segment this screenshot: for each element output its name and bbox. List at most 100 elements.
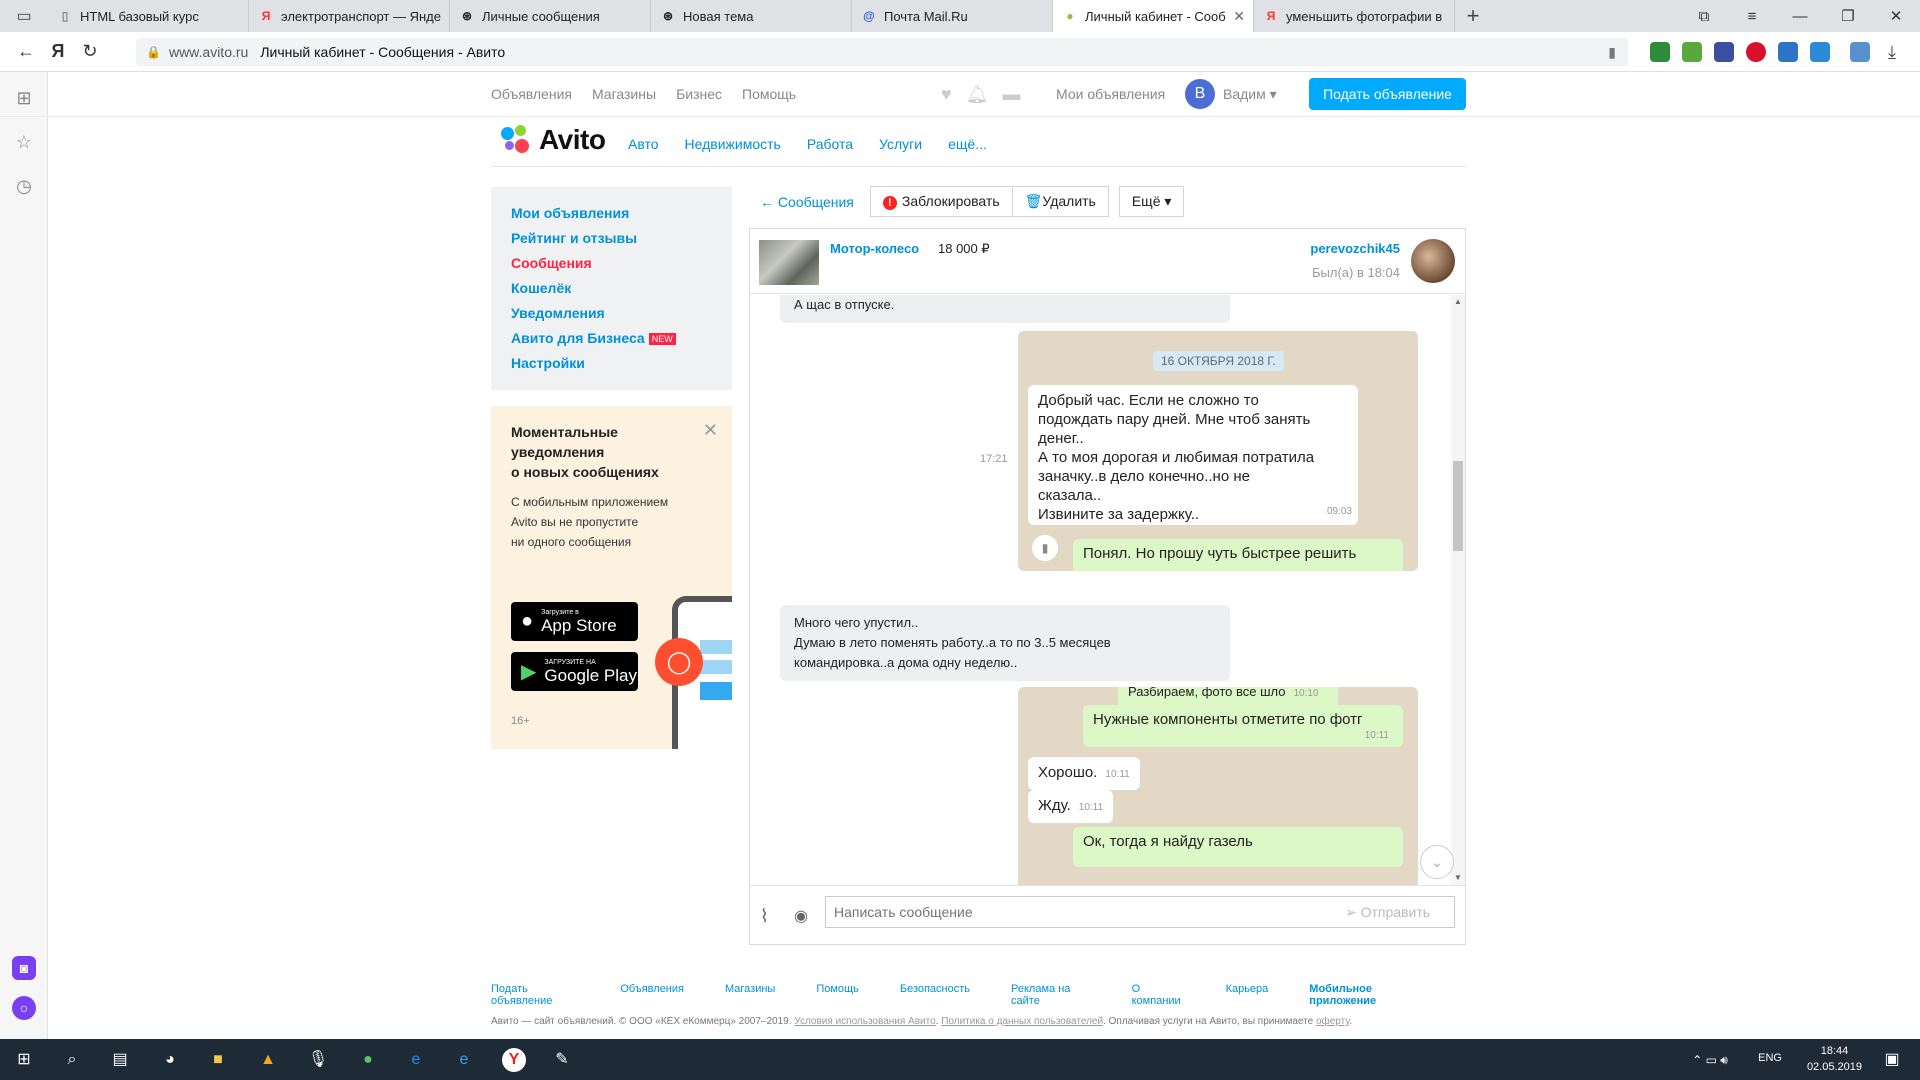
chat-icon[interactable]: ▬ <box>1003 84 1021 105</box>
app-icon[interactable]: ▲ <box>256 1048 280 1072</box>
app-store-button[interactable]: ● Загрузите в App Store <box>511 602 638 641</box>
close-window-button[interactable]: ✕ <box>1872 7 1920 25</box>
block-button[interactable]: ! Заблокировать <box>869 186 1013 217</box>
clock[interactable]: 18:44 02.05.2019 <box>1807 1043 1862 1075</box>
footer-link[interactable]: Помощь <box>816 983 859 1007</box>
bookmarks-icon[interactable]: ⧉ <box>1680 8 1728 25</box>
scroll-up-icon[interactable]: ▲ <box>1454 297 1462 306</box>
category-realty[interactable]: Недвижимость <box>685 136 781 152</box>
image-message[interactable]: Разбираем, фото все шло 10:10 Нужные комп… <box>1018 687 1418 885</box>
browser-tab[interactable]: Яэлектротранспорт — Янде <box>249 0 450 32</box>
policy-link[interactable]: Политика о данных пользователей <box>941 1016 1103 1027</box>
restore-button[interactable]: ❐ <box>1824 7 1872 25</box>
menu-item-messages[interactable]: Сообщения <box>511 251 712 276</box>
footer-link[interactable]: Безопасность <box>900 983 970 1007</box>
paperclip-icon[interactable]: ⌇ <box>760 906 769 927</box>
category-auto[interactable]: Авто <box>628 136 659 152</box>
task-view-icon[interactable]: ▤ <box>108 1048 132 1072</box>
my-ads-link[interactable]: Мои объявления <box>1056 86 1165 102</box>
windows-start-icon[interactable]: ⊞ <box>12 1048 36 1072</box>
grid-icon[interactable]: ⊞ <box>12 86 36 110</box>
mic-icon[interactable]: 🎙︎ <box>306 1048 330 1072</box>
avito-logo[interactable]: Avito <box>501 124 606 156</box>
bookmark-icon[interactable]: ▮ <box>1608 44 1616 61</box>
browser-tab[interactable]: ⊛ Новая тема <box>651 0 852 32</box>
reload-icon[interactable]: ↻ <box>74 41 106 62</box>
minimize-button[interactable]: — <box>1776 8 1824 25</box>
item-name-link[interactable]: Мотор-колесо <box>830 241 919 256</box>
more-button[interactable]: Ещё ▾ <box>1118 186 1185 217</box>
offer-link[interactable]: оферту <box>1316 1016 1349 1027</box>
chat-scrollbar[interactable]: ▲ ▼ <box>1451 295 1465 885</box>
ie-icon[interactable]: e <box>452 1048 476 1072</box>
footer-link[interactable]: Карьера <box>1226 983 1269 1007</box>
google-play-button[interactable]: ▶ ЗАГРУЗИТЕ НА Google Play <box>511 652 638 691</box>
tray-icons[interactable]: ⌃ ▭ 🔊︎ <box>1660 1048 1760 1072</box>
menu-item-settings[interactable]: Настройки <box>511 351 712 376</box>
message-list[interactable]: А щас в отпуске. 17:21 16 ОКТЯБРЯ 2018 Г… <box>750 295 1465 885</box>
footer-link[interactable]: Реклама на сайте <box>1011 983 1091 1007</box>
footer-link[interactable]: Объявления <box>620 983 684 1007</box>
folder-icon[interactable]: ■ <box>206 1048 230 1072</box>
extension-icon[interactable] <box>1650 42 1670 62</box>
yandex-browser-icon[interactable]: Y <box>502 1048 526 1072</box>
app-icon[interactable]: ◕ <box>158 1048 182 1072</box>
bell-icon[interactable]: 🔔︎ <box>966 84 989 105</box>
sidebar-toggle-icon[interactable]: ▭ <box>0 0 48 32</box>
url-field[interactable]: 🔒 www.avito.ru Личный кабинет - Сообщени… <box>136 38 1628 66</box>
heart-icon[interactable]: ♥ <box>941 84 952 105</box>
footer-link[interactable]: Подать объявление <box>491 983 579 1007</box>
browser-tab[interactable]: ⊛ Личные сообщения <box>450 0 651 32</box>
nav-link-ads[interactable]: Объявления <box>491 86 572 102</box>
language-indicator[interactable]: ENG <box>1758 1052 1782 1064</box>
seller-avatar[interactable] <box>1411 239 1455 283</box>
menu-item-my-ads[interactable]: Мои объявления <box>511 201 712 226</box>
star-icon[interactable]: ☆ <box>12 130 36 154</box>
download-icon[interactable]: ⤓ <box>1882 42 1902 62</box>
post-ad-button[interactable]: Подать объявление <box>1309 78 1466 110</box>
scroll-down-icon[interactable]: ▼ <box>1454 873 1462 882</box>
terms-link[interactable]: Условия использования Авито <box>794 1016 935 1027</box>
back-arrow-icon[interactable]: ← <box>10 41 42 62</box>
footer-link[interactable]: Мобильное приложение <box>1309 983 1425 1007</box>
browser-tab[interactable]: @ Почта Mail.Ru <box>852 0 1053 32</box>
browser-tab-active[interactable]: ● Личный кабинет - Сооб ✕ <box>1053 0 1254 32</box>
extension-icon[interactable] <box>1682 42 1702 62</box>
scroll-to-bottom-button[interactable]: ⌄ <box>1420 845 1454 879</box>
avatar[interactable]: В <box>1185 79 1215 109</box>
scroll-thumb[interactable] <box>1453 461 1463 551</box>
delete-button[interactable]: 🗑︎Удалить <box>1012 186 1109 217</box>
nav-link-business[interactable]: Бизнес <box>676 86 722 102</box>
category-more[interactable]: ещё... <box>948 136 987 152</box>
seller-name-link[interactable]: perevozchik45 <box>1310 241 1400 256</box>
user-menu[interactable]: Вадим ▾ <box>1223 86 1277 103</box>
camera-icon[interactable]: ◉ <box>794 906 808 926</box>
alice-icon[interactable]: ○ <box>12 996 36 1020</box>
category-jobs[interactable]: Работа <box>807 136 853 152</box>
menu-item-notifications[interactable]: Уведомления <box>511 301 712 326</box>
footer-link[interactable]: О компании <box>1132 983 1185 1007</box>
search-icon[interactable]: ⌕ <box>60 1048 84 1072</box>
footer-link[interactable]: Магазины <box>725 983 775 1007</box>
new-tab-button[interactable]: + <box>1455 0 1491 32</box>
menu-item-rating[interactable]: Рейтинг и отзывы <box>511 226 712 251</box>
extension-icon[interactable] <box>1746 42 1766 62</box>
extension-icon[interactable] <box>1850 42 1870 62</box>
yandex-logo-icon[interactable]: Я <box>42 41 74 62</box>
item-thumbnail[interactable] <box>759 240 819 285</box>
notifications-icon[interactable]: ▣ <box>1880 1048 1904 1072</box>
history-icon[interactable]: ◷ <box>12 174 36 198</box>
image-message[interactable]: 16 ОКТЯБРЯ 2018 Г. Добрый час. Если не с… <box>1018 331 1418 571</box>
browser-tab[interactable]: ▯ HTML базовый курс <box>48 0 249 32</box>
menu-item-wallet[interactable]: Кошелёк <box>511 276 712 301</box>
browser-tab[interactable]: Яуменьшить фотографии в <box>1254 0 1455 32</box>
send-button[interactable]: ➢ Отправить <box>1345 904 1430 921</box>
close-icon[interactable]: ✕ <box>703 420 718 441</box>
menu-icon[interactable]: ≡ <box>1728 8 1776 25</box>
nav-link-shops[interactable]: Магазины <box>592 86 656 102</box>
nav-link-help[interactable]: Помощь <box>742 86 796 102</box>
app-icon[interactable]: ◙ <box>12 956 36 980</box>
extension-icon[interactable] <box>1714 42 1734 62</box>
extension-icon[interactable] <box>1778 42 1798 62</box>
close-icon[interactable]: ✕ <box>1233 8 1245 25</box>
